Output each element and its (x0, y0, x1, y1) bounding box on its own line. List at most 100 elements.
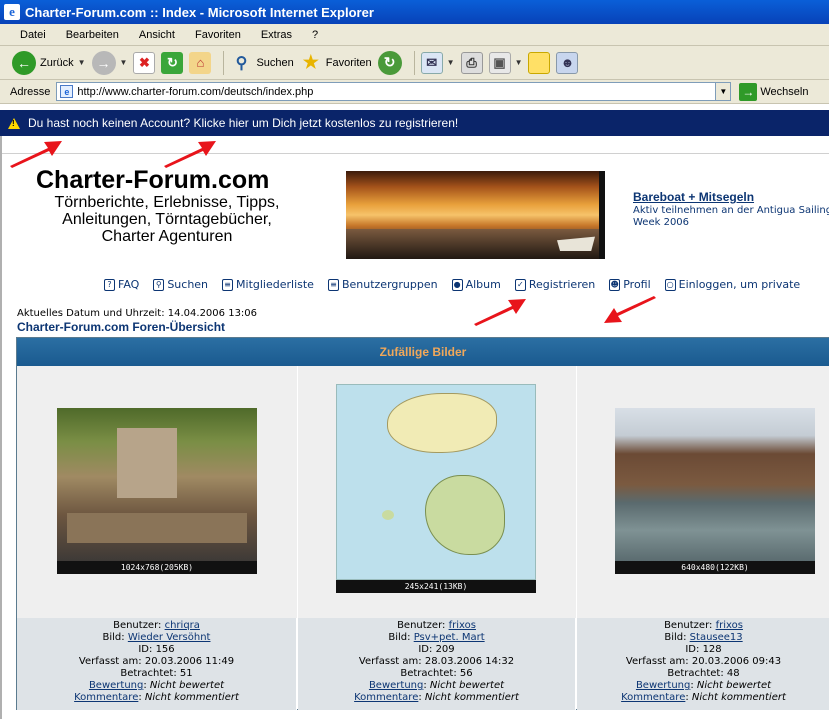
nav-album[interactable]: ● Album (451, 278, 501, 291)
infobar-text[interactable]: Du hast noch keinen Account? Klicke hier… (28, 116, 458, 130)
picture-user-link[interactable]: chriqra (165, 620, 200, 631)
faq-icon: ? (104, 278, 115, 291)
refresh-button[interactable]: ↻ (161, 51, 184, 74)
nav-register-label: Registrieren (528, 278, 596, 291)
picture-info: Benutzer: frixos Bild: Stausee13 ID: 128… (577, 618, 829, 710)
nav-profile-label: Profil (623, 278, 651, 291)
address-input[interactable]: e http://www.charter-forum.com/deutsch/i… (56, 82, 732, 101)
home-button[interactable]: ⌂ (189, 51, 212, 74)
nav-login-label: Einloggen, um private (678, 278, 801, 291)
picture-thumbnail[interactable] (615, 408, 815, 561)
picture-user-link[interactable]: frixos (449, 620, 476, 631)
comments-link[interactable]: Kommentare (354, 692, 418, 703)
sunset-banner-image[interactable] (346, 171, 605, 259)
picture-thumbnail[interactable] (336, 384, 536, 580)
edit-dropdown-icon[interactable]: ▼ (515, 58, 523, 67)
nav-profile[interactable]: ☻ Profil (609, 278, 651, 291)
menu-help[interactable]: ? (302, 29, 328, 41)
menu-ansicht[interactable]: Ansicht (129, 29, 185, 41)
page-icon: e (60, 85, 74, 98)
messenger-icon: ☻ (556, 51, 579, 74)
rating-link[interactable]: Bewertung (89, 680, 143, 691)
menu-datei[interactable]: Datei (10, 29, 56, 41)
window-title: Charter-Forum.com :: Index - Microsoft I… (25, 4, 374, 20)
address-label: Adresse (10, 85, 51, 98)
stop-button[interactable]: ✖ (133, 51, 156, 74)
nav-search[interactable]: ⚲ Suchen (153, 278, 208, 291)
menu-bar: Datei Bearbeiten Ansicht Favoriten Extra… (0, 24, 829, 46)
posted-label: Verfasst am: (78, 656, 142, 667)
nav-faq[interactable]: ? FAQ (104, 278, 139, 291)
posted-label: Verfasst am: (625, 656, 689, 667)
mail-icon: ✉ (420, 51, 443, 74)
notes-button[interactable] (528, 51, 551, 74)
picture-user-link[interactable]: frixos (716, 620, 743, 631)
usergroups-icon: ≡ (327, 278, 339, 291)
tagline-line: Törnberichte, Erlebnisse, Tipps, (54, 194, 280, 211)
menu-favoriten[interactable]: Favoriten (185, 29, 251, 41)
notes-icon (528, 51, 551, 74)
red-arrow-annotation (602, 296, 659, 326)
views-label: Betrachtet: (667, 668, 724, 679)
nav-usergroups[interactable]: ≡ Benutzergruppen (327, 278, 438, 291)
image-label: Bild: (388, 632, 411, 643)
picture-title-link[interactable]: Wieder Versöhnt (128, 632, 211, 643)
picture-thumbnail[interactable] (57, 408, 257, 561)
home-icon: ⌂ (189, 51, 212, 74)
forward-arrow-icon: → (91, 50, 116, 75)
mail-button[interactable]: ✉ ▼ (420, 51, 455, 74)
picture-comments: Nicht kommentiert (691, 692, 786, 703)
back-arrow-icon: ← (12, 50, 36, 75)
views-label: Betrachtet: (120, 668, 177, 679)
menu-bearbeiten[interactable]: Bearbeiten (56, 29, 129, 41)
picture-id: 156 (155, 644, 175, 655)
login-icon: ○ (664, 278, 676, 291)
search-button[interactable]: ⚲ Suchen (230, 52, 294, 74)
ad-link-title[interactable]: Bareboat + Mitsegeln (633, 190, 754, 204)
user-label: Benutzer: (664, 620, 713, 631)
address-bar: Adresse e http://www.charter-forum.com/d… (0, 80, 829, 104)
thumb-islet (382, 510, 394, 520)
picture-size-caption: 245x241(13KB) (336, 580, 536, 593)
user-label: Benutzer: (397, 620, 446, 631)
red-arrow-annotation (471, 296, 528, 326)
nav-memberlist[interactable]: ≡ Mitgliederliste (222, 278, 314, 291)
go-button[interactable]: → Wechseln (739, 82, 808, 101)
nav-register[interactable]: ✓ Registrieren (514, 278, 596, 291)
register-infobar[interactable]: ! Du hast noch keinen Account? Klicke hi… (0, 110, 829, 136)
rating-link[interactable]: Bewertung (369, 680, 423, 691)
picture-views: 48 (726, 668, 740, 679)
forward-dropdown-icon[interactable]: ▼ (120, 58, 128, 67)
picture-rating: Nicht bewertet (149, 680, 225, 691)
rating-link[interactable]: Bewertung (636, 680, 690, 691)
mail-dropdown-icon[interactable]: ▼ (447, 58, 455, 67)
picture-title-link[interactable]: Psv+pet. Mart (414, 632, 485, 643)
messenger-button[interactable]: ☻ (556, 51, 579, 74)
address-url: http://www.charter-forum.com/deutsch/ind… (77, 85, 314, 98)
comments-link[interactable]: Kommentare (621, 692, 685, 703)
picture-date: 20.03.2006 11:49 (144, 656, 235, 667)
picture-id: 209 (435, 644, 455, 655)
nav-login[interactable]: ○ Einloggen, um private (664, 278, 801, 291)
forum-index-link[interactable]: Charter-Forum.com Foren-Übersicht (17, 320, 225, 334)
site-tagline: Törnberichte, Erlebnisse, Tipps, Anleitu… (34, 194, 300, 245)
print-button[interactable]: ⎙ (460, 51, 483, 74)
back-dropdown-icon[interactable]: ▼ (78, 58, 86, 67)
back-button[interactable]: ← Zurück ▼ (12, 50, 86, 75)
tagline-line: Charter Agenturen (101, 228, 233, 245)
address-dropdown-icon[interactable]: ▼ (715, 83, 731, 100)
comments-link[interactable]: Kommentare (74, 692, 138, 703)
thumb-island (387, 393, 497, 453)
refresh-icon: ↻ (161, 51, 184, 74)
views-label: Betrachtet: (400, 668, 457, 679)
forward-button[interactable]: → ▼ (91, 50, 128, 75)
site-logo[interactable]: Charter-Forum.com (36, 166, 269, 195)
picture-title-link[interactable]: Stausee13 (690, 632, 743, 643)
picture-cell: 640x480(122KB) (577, 366, 829, 618)
nav-faq-label: FAQ (118, 278, 140, 291)
edit-button[interactable]: ▣ ▼ (488, 51, 523, 74)
history-button[interactable]: ↻ (377, 50, 402, 75)
menu-extras[interactable]: Extras (251, 29, 302, 41)
favorites-button[interactable]: ★ Favoriten (300, 52, 372, 74)
table-header: Zufällige Bilder (17, 338, 829, 366)
